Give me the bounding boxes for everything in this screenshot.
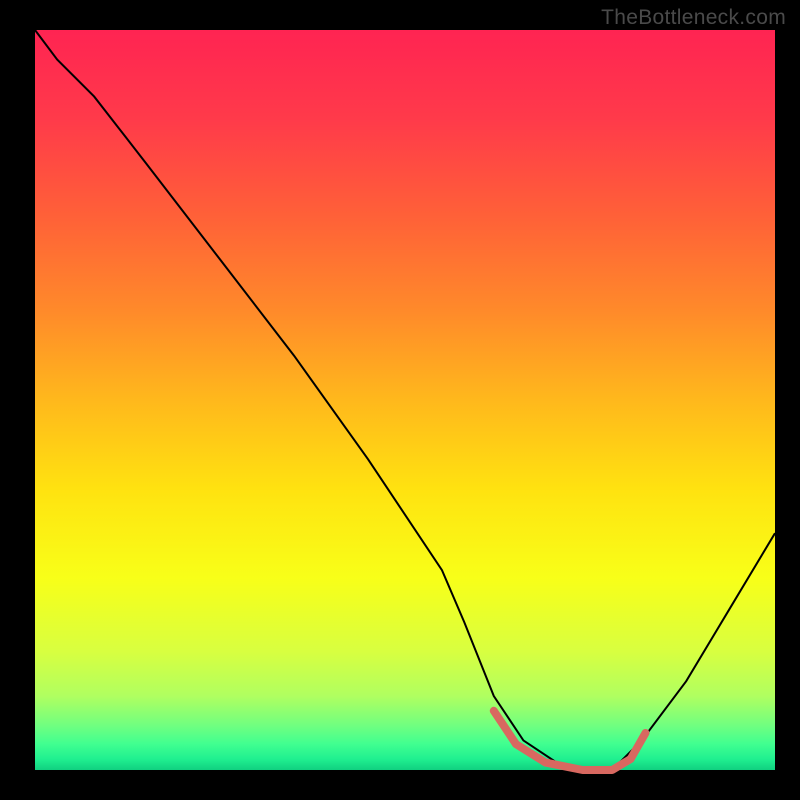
plot-gradient-background [35,30,775,770]
bottleneck-chart [0,0,800,800]
watermark-text: TheBottleneck.com [601,6,786,30]
